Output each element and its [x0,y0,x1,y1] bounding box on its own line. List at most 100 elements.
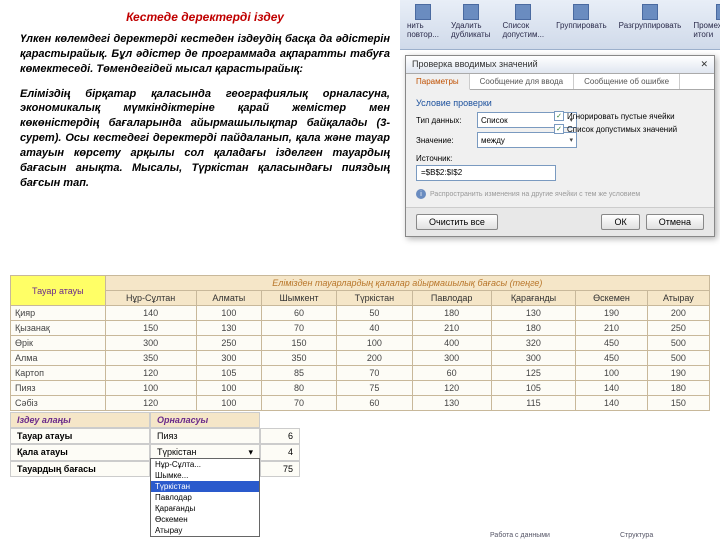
ribbon-ungroup-button[interactable]: Разгруппировать [616,2,685,32]
price-cell: 70 [262,321,337,336]
dialog-titlebar: Проверка вводимых значений ✕ [406,56,714,74]
price-cell: 190 [576,306,647,321]
price-cell: 50 [337,306,413,321]
dropdown-item[interactable]: Нұр-Сұлта... [151,459,259,470]
product-cell: Қияр [11,306,106,321]
ribbon-validation-button[interactable]: Список допустим... [499,2,547,41]
price-cell: 500 [647,336,709,351]
tab-error-msg[interactable]: Сообщение об ошибке [574,74,680,89]
search-price-label: Тауардың бағасы [10,461,150,477]
table-row: Алма350300350200300300450500 [11,351,710,366]
price-cell: 130 [491,306,576,321]
section-label: Условие проверки [416,98,704,108]
table-row: Пияз1001008075120105140180 [11,381,710,396]
price-cell: 120 [105,366,196,381]
price-cell: 400 [412,336,491,351]
table-row: Қызанақ1501307040210180210250 [11,321,710,336]
tab-params[interactable]: Параметры [406,74,470,90]
price-cell: 250 [647,321,709,336]
product-cell: Пияз [11,381,106,396]
source-input[interactable]: =$B$2:$I$2 [416,165,556,181]
search-header-right: Орналасуы [150,412,260,428]
city-dropdown[interactable]: Нұр-Сұлта...Шымке...ТүркістанПавлодарҚар… [150,458,260,537]
dialog-title-text: Проверка вводимых значений [412,59,538,70]
value-label: Значение: [416,136,471,145]
price-cell: 450 [576,351,647,366]
ok-button[interactable]: ОК [601,214,639,230]
price-cell: 190 [647,366,709,381]
price-cell: 150 [647,396,709,411]
ignore-empty-check[interactable]: ✓Игнорировать пустые ячейки [554,111,704,121]
price-cell: 85 [262,366,337,381]
chevron-down-icon: ▾ [569,136,573,144]
cancel-button[interactable]: Отмена [646,214,704,230]
dropdown-item[interactable]: Павлодар [151,492,259,503]
price-cell: 100 [196,306,261,321]
col-city: Өскемен [576,291,647,306]
col-group: Елімізден тауарлардың қалалар айырмашылы… [105,276,709,291]
col-city: Атырау [647,291,709,306]
price-cell: 100 [196,381,261,396]
col-product: Тауар атауы [11,276,106,306]
search-product-pos: 6 [260,428,300,444]
price-cell: 60 [337,396,413,411]
price-cell: 105 [491,381,576,396]
product-cell: Қызанақ [11,321,106,336]
ribbon-group-button[interactable]: Группировать [553,2,610,32]
page-title: Кестеде деректерді іздеу [20,10,390,24]
spread-note: Распространить изменения на другие ячейк… [430,191,640,198]
remove-dup-icon [463,4,479,20]
ribbon-repeat-button[interactable]: нить повтор... [404,2,442,41]
product-cell: Картоп [11,366,106,381]
price-cell: 140 [576,381,647,396]
price-cell: 180 [491,321,576,336]
price-cell: 320 [491,336,576,351]
price-cell: 100 [576,366,647,381]
ribbon-remove-dup-button[interactable]: Удалить дубликаты [448,2,493,41]
col-city: Шымкент [262,291,337,306]
paragraph-2: Еліміздің бірқатар қаласында географиялы… [20,87,390,191]
price-cell: 350 [105,351,196,366]
close-icon[interactable]: ✕ [700,59,708,70]
price-cell: 100 [196,396,261,411]
price-cell: 140 [576,396,647,411]
col-city: Қарағанды [491,291,576,306]
price-cell: 130 [412,396,491,411]
price-cell: 500 [647,351,709,366]
table-row: Картоп120105857060125100190 [11,366,710,381]
price-cell: 115 [491,396,576,411]
col-city: Павлодар [412,291,491,306]
search-product-label: Тауар атауы [10,428,150,444]
ribbon-subtotal-button[interactable]: Промежуточные итоги [690,2,720,41]
dropdown-item[interactable]: Түркістан [151,481,259,492]
search-header-left: Іздеу алаңы [10,412,150,428]
price-cell: 60 [262,306,337,321]
price-cell: 40 [337,321,413,336]
ungroup-icon [642,4,658,20]
subtotal-icon [716,4,720,20]
tab-input-msg[interactable]: Сообщение для ввода [470,74,574,89]
price-cell: 100 [337,336,413,351]
price-cell: 350 [262,351,337,366]
paragraph-1: Үлкен көлемдегі деректерді кестеден ізде… [20,32,390,77]
dropdown-item[interactable]: Атырау [151,525,259,536]
product-cell: Алма [11,351,106,366]
list-values-check[interactable]: ✓Список допустимых значений [554,124,704,134]
table-row: Өрік300250150100400320450500 [11,336,710,351]
dropdown-item[interactable]: Шымке... [151,470,259,481]
price-cell: 450 [576,336,647,351]
price-cell: 300 [491,351,576,366]
price-table: Тауар атауы Елімізден тауарлардың қалала… [10,275,710,411]
col-city: Түркістан [337,291,413,306]
clear-button[interactable]: Очистить все [416,214,498,230]
search-product-value[interactable]: Пияз [150,428,260,444]
dropdown-item[interactable]: Қарағанды [151,503,259,514]
price-cell: 300 [105,336,196,351]
price-cell: 250 [196,336,261,351]
price-cell: 80 [262,381,337,396]
checkbox-icon: ✓ [554,124,564,134]
validation-dialog: Проверка вводимых значений ✕ Параметры С… [405,55,715,237]
price-cell: 200 [337,351,413,366]
dropdown-item[interactable]: Өскемен [151,514,259,525]
price-cell: 180 [647,381,709,396]
